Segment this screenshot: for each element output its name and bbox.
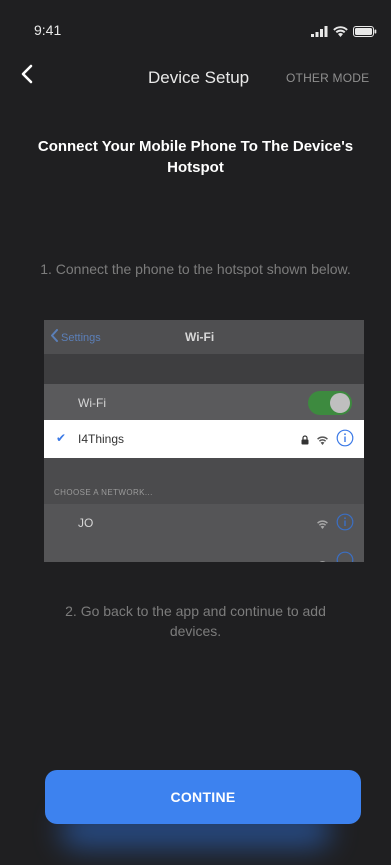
wifi-row-label: Wi-Fi (78, 396, 106, 410)
network-icons (317, 513, 354, 536)
selected-network-icons (301, 429, 354, 452)
wifi-toggle-row: Wi-Fi (44, 384, 364, 422)
page-title: Device Setup (148, 68, 250, 87)
status-time: 9:41 (34, 22, 62, 38)
wifi-signal-icon (317, 432, 328, 450)
wifi-section-spacer (44, 354, 364, 384)
network-name: JO (78, 516, 94, 530)
wifi-settings-illustration: Settings Wi-Fi Wi-Fi ✔ I4Things CHOOSE A… (44, 320, 364, 562)
setup-headline: Connect Your Mobile Phone To The Device'… (37, 138, 354, 176)
wifi-back-label: Settings (61, 332, 101, 344)
wifi-settings-back: Settings (50, 329, 101, 347)
status-icons (311, 24, 377, 42)
info-icon (336, 551, 354, 562)
info-icon (336, 513, 354, 536)
choose-network-label: CHOOSE A NETWORK... (54, 488, 153, 497)
wifi-signal-icon (317, 554, 328, 562)
step-1-text: 1. Connect the phone to the hotspot show… (40, 261, 351, 277)
network-row: JO (44, 504, 364, 542)
wifi-settings-title: Wi-Fi (185, 330, 215, 344)
selected-network-row: ✔ I4Things (44, 420, 364, 458)
nav-bar: Device Setup OTHER MODE (0, 52, 391, 100)
wifi-settings-header: Settings Wi-Fi (44, 320, 364, 354)
other-mode-button[interactable]: OTHER MODE (286, 71, 369, 85)
wifi-icon (333, 24, 348, 42)
continue-button[interactable]: CONTINE (45, 770, 361, 824)
info-icon (336, 429, 354, 452)
wifi-toggle (308, 391, 352, 415)
chevron-left-icon (50, 329, 59, 347)
network-row (44, 542, 364, 562)
selected-network-name: I4Things (78, 432, 125, 446)
device-setup-screen: 9:41 Device Setup OTHER MODE Connect You… (0, 0, 391, 865)
status-bar: 9:41 (0, 0, 391, 52)
signal-icon (311, 24, 328, 42)
checkmark-icon: ✔ (56, 431, 67, 445)
lock-icon (301, 432, 309, 450)
back-chevron-icon[interactable] (16, 62, 40, 86)
wifi-signal-icon (317, 516, 328, 534)
battery-icon (353, 24, 377, 42)
network-icons (317, 551, 354, 562)
step-2-text: 2. Go back to the app and continue to ad… (65, 603, 326, 639)
toggle-knob (330, 393, 350, 413)
